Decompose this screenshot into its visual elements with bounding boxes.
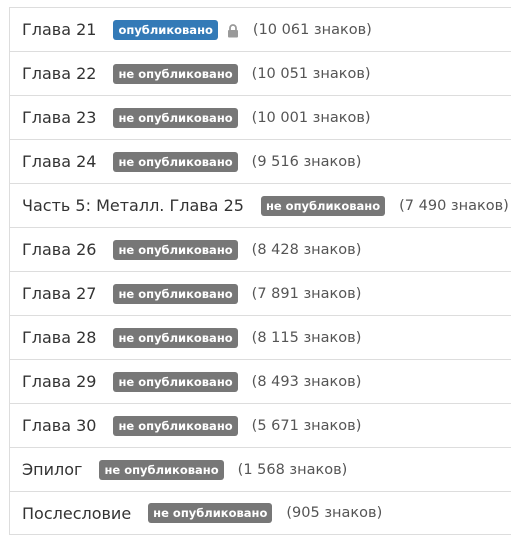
chapter-title[interactable]: Глава 27 [22,284,96,303]
chapter-row[interactable]: Глава 26 не опубликовано (8 428 знаков) [10,228,511,272]
character-count: (10 051 знаков) [251,65,371,82]
status-badge: не опубликовано [113,283,238,304]
status-badge: не опубликовано [113,371,238,392]
character-count: (8 493 знаков) [251,373,362,390]
chapter-row[interactable]: Глава 24 не опубликовано (9 516 знаков) [10,140,511,184]
status-badge: не опубликовано [113,415,238,436]
status-badge: не опубликовано [113,327,238,348]
chapter-row[interactable]: Глава 29 не опубликовано (8 493 знаков) [10,360,511,404]
status-badge: не опубликовано [113,63,238,84]
character-count: (5 671 знаков) [251,417,362,434]
status-badge: не опубликовано [113,239,238,260]
character-count: (7 490 знаков) [399,197,509,214]
chapter-title[interactable]: Часть 5: Металл. Глава 25 [22,196,244,215]
chapter-row[interactable]: Послесловие не опубликовано (905 знаков) [10,492,511,535]
chapter-title[interactable]: Глава 24 [22,152,96,171]
chapter-title[interactable]: Глава 21 [22,20,96,39]
chapter-row[interactable]: Глава 21 опубликовано (10 061 знаков) [10,8,511,52]
chapter-title[interactable]: Послесловие [22,504,131,523]
status-badge: не опубликовано [260,195,386,216]
chapter-list: Глава 21 опубликовано (10 061 знаков) Гл… [9,7,511,535]
status-badge: не опубликовано [99,459,224,480]
chapter-title[interactable]: Глава 29 [22,372,96,391]
chapter-title[interactable]: Глава 23 [22,108,96,127]
character-count: (9 516 знаков) [251,153,362,170]
chapter-title[interactable]: Глава 28 [22,328,96,347]
chapter-row[interactable]: Эпилог не опубликовано (1 568 знаков) [10,448,511,492]
chapter-row[interactable]: Часть 5: Металл. Глава 25 не опубликован… [10,184,511,228]
character-count: (10 001 знаков) [251,109,371,126]
character-count: (8 428 знаков) [251,241,362,258]
chapter-row[interactable]: Глава 28 не опубликовано (8 115 знаков) [10,316,511,360]
character-count: (7 891 знаков) [251,285,362,302]
chapter-row[interactable]: Глава 23 не опубликовано (10 001 знаков) [10,96,511,140]
chapter-title[interactable]: Эпилог [22,460,82,479]
chapter-row[interactable]: Глава 30 не опубликовано (5 671 знаков) [10,404,511,448]
status-badge: опубликовано [113,19,218,40]
chapter-title[interactable]: Глава 30 [22,416,96,435]
chapter-row[interactable]: Глава 22 не опубликовано (10 051 знаков) [10,52,511,96]
lock-icon [227,23,239,37]
status-badge: не опубликовано [113,151,238,172]
character-count: (10 061 знаков) [252,21,372,38]
character-count: (1 568 знаков) [237,461,348,478]
character-count: (905 знаков) [286,505,383,521]
chapter-title[interactable]: Глава 22 [22,64,96,83]
chapter-row[interactable]: Глава 27 не опубликовано (7 891 знаков) [10,272,511,316]
status-badge: не опубликовано [148,503,273,523]
status-badge: не опубликовано [113,107,238,128]
character-count: (8 115 знаков) [251,329,362,346]
chapter-title[interactable]: Глава 26 [22,240,96,259]
